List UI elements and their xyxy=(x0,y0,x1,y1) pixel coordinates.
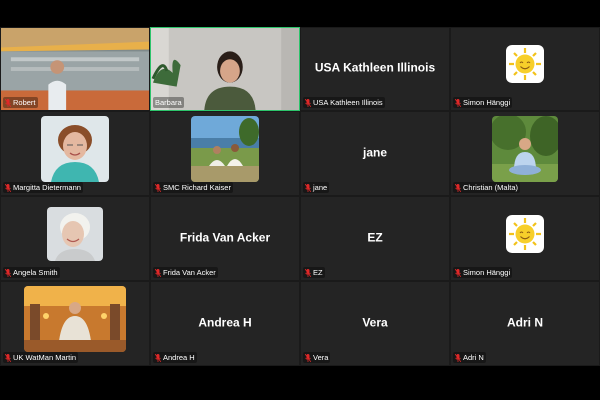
mic-muted-icon xyxy=(5,268,11,277)
participant-nametag: Christian (Malta) xyxy=(453,182,521,193)
participant-tile-usa-kathleen-illinois[interactable]: USA Kathleen Illinois USA Kathleen Illin… xyxy=(300,27,450,111)
participant-name: Christian (Malta) xyxy=(463,183,519,192)
participant-name: Angela Smith xyxy=(13,268,58,277)
participant-tile-frida-van-acker[interactable]: Frida Van Acker Frida Van Acker xyxy=(150,196,300,281)
participant-display-name: USA Kathleen Illinois xyxy=(314,60,436,75)
profile-photo xyxy=(24,285,126,352)
participant-tile-simon-hanggi[interactable]: Simon Hänggi xyxy=(450,27,600,111)
participant-tile-margitta-dietermann[interactable]: Margitta Dietermann xyxy=(0,111,150,196)
gallery-view: Robert Barbara USA Kathleen Illinois USA… xyxy=(0,27,600,366)
participant-nametag: jane xyxy=(303,182,330,193)
participant-display-name: EZ xyxy=(367,230,383,245)
participant-name: Simon Hänggi xyxy=(463,98,511,107)
participant-display-name: jane xyxy=(362,145,387,160)
mic-muted-icon xyxy=(5,183,11,192)
participant-grid: Robert Barbara USA Kathleen Illinois USA… xyxy=(0,27,600,366)
mic-muted-icon xyxy=(305,353,311,362)
participant-display-name: Frida Van Acker xyxy=(179,230,271,245)
participant-nametag: Vera xyxy=(303,352,331,363)
participant-name: Frida Van Acker xyxy=(163,268,216,277)
participant-display-name: Andrea H xyxy=(198,315,252,330)
profile-photo xyxy=(492,115,558,182)
participant-tile-smc-richard-kaiser[interactable]: SMC Richard Kaiser xyxy=(150,111,300,196)
sun-avatar xyxy=(506,214,544,253)
mic-muted-icon xyxy=(155,183,161,192)
sun-avatar xyxy=(506,45,544,84)
participant-nametag: Adri N xyxy=(453,352,486,363)
participant-tile-ez[interactable]: EZ EZ xyxy=(300,196,450,281)
profile-photo xyxy=(47,206,103,261)
mic-muted-icon xyxy=(5,353,11,362)
participant-nametag: Frida Van Acker xyxy=(153,267,218,278)
profile-photo xyxy=(41,115,109,182)
participant-tile-robert[interactable]: Robert xyxy=(0,27,150,111)
mic-muted-icon xyxy=(455,183,461,192)
participant-name: SMC Richard Kaiser xyxy=(163,183,231,192)
participant-nametag: Angela Smith xyxy=(3,267,60,278)
mic-muted-icon xyxy=(305,268,311,277)
participant-nametag: Robert xyxy=(3,97,38,108)
participant-name: Vera xyxy=(313,353,329,362)
mic-muted-icon xyxy=(5,98,11,107)
participant-nametag: Simon Hänggi xyxy=(453,267,513,278)
participant-name: EZ xyxy=(313,268,323,277)
participant-tile-adri-n[interactable]: Adri N Adri N xyxy=(450,281,600,366)
participant-tile-jane[interactable]: jane jane xyxy=(300,111,450,196)
profile-photo xyxy=(191,115,259,182)
participant-nametag: Andrea H xyxy=(153,352,197,363)
participant-name: Andrea H xyxy=(163,353,195,362)
participant-name: Adri N xyxy=(463,353,484,362)
mic-muted-icon xyxy=(455,353,461,362)
participant-nametag: USA Kathleen Illinois xyxy=(303,97,385,108)
participant-nametag: Simon Hänggi xyxy=(453,97,513,108)
participant-name: Robert xyxy=(13,98,36,107)
participant-tile-angela-smith[interactable]: Angela Smith xyxy=(0,196,150,281)
mic-muted-icon xyxy=(305,98,311,107)
participant-nametag: Margitta Dietermann xyxy=(3,182,83,193)
participant-tile-uk-watman-martin[interactable]: UK WatMan Martin xyxy=(0,281,150,366)
participant-tile-vera[interactable]: Vera Vera xyxy=(300,281,450,366)
participant-nametag: Barbara xyxy=(153,97,184,108)
participant-tile-christian-malta[interactable]: Christian (Malta) xyxy=(450,111,600,196)
mic-muted-icon xyxy=(455,268,461,277)
participant-name: Simon Hänggi xyxy=(463,268,511,277)
participant-tile-barbara[interactable]: Barbara xyxy=(150,27,300,111)
mic-muted-icon xyxy=(305,183,311,192)
participant-name: USA Kathleen Illinois xyxy=(313,98,383,107)
participant-nametag: SMC Richard Kaiser xyxy=(153,182,233,193)
mic-muted-icon xyxy=(155,268,161,277)
participant-tile-simon-hanggi-2[interactable]: Simon Hänggi xyxy=(450,196,600,281)
participant-name: UK WatMan Martin xyxy=(13,353,77,362)
participant-name: Barbara xyxy=(155,98,182,107)
mic-muted-icon xyxy=(155,353,161,362)
participant-display-name: Adri N xyxy=(507,315,543,330)
participant-tile-andrea-h[interactable]: Andrea H Andrea H xyxy=(150,281,300,366)
participant-nametag: UK WatMan Martin xyxy=(3,352,79,363)
participant-name: jane xyxy=(313,183,328,192)
participant-display-name: Vera xyxy=(362,315,388,330)
participant-nametag: EZ xyxy=(303,267,325,278)
mic-muted-icon xyxy=(455,98,461,107)
participant-name: Margitta Dietermann xyxy=(13,183,81,192)
